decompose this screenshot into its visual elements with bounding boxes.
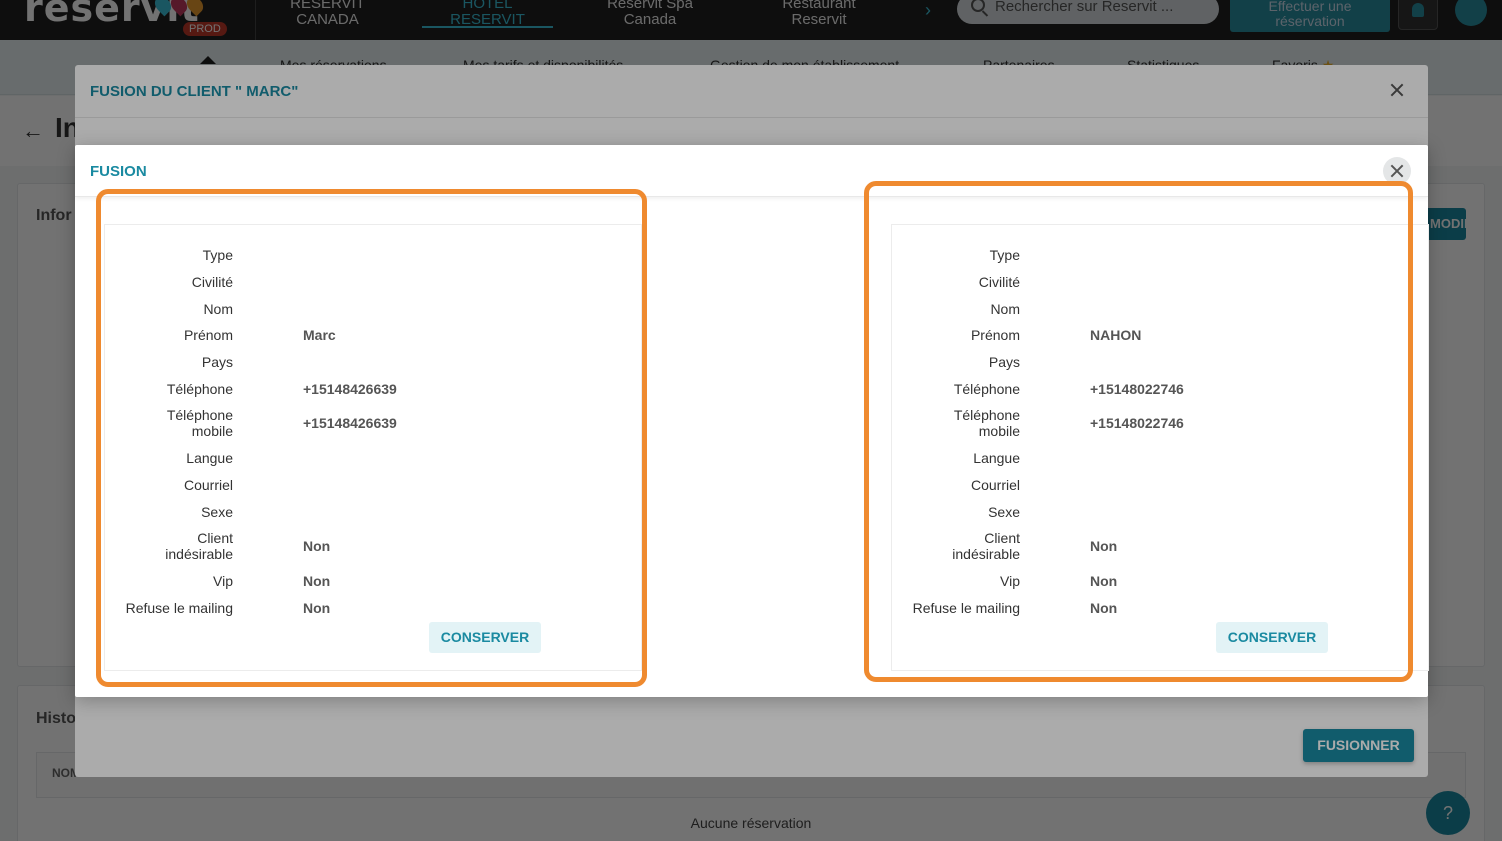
highlight-box-client-1 (96, 189, 647, 687)
highlight-box-client-2 (864, 181, 1413, 682)
fusion-modal-title: FUSION (90, 163, 147, 180)
close-icon (1388, 162, 1406, 180)
